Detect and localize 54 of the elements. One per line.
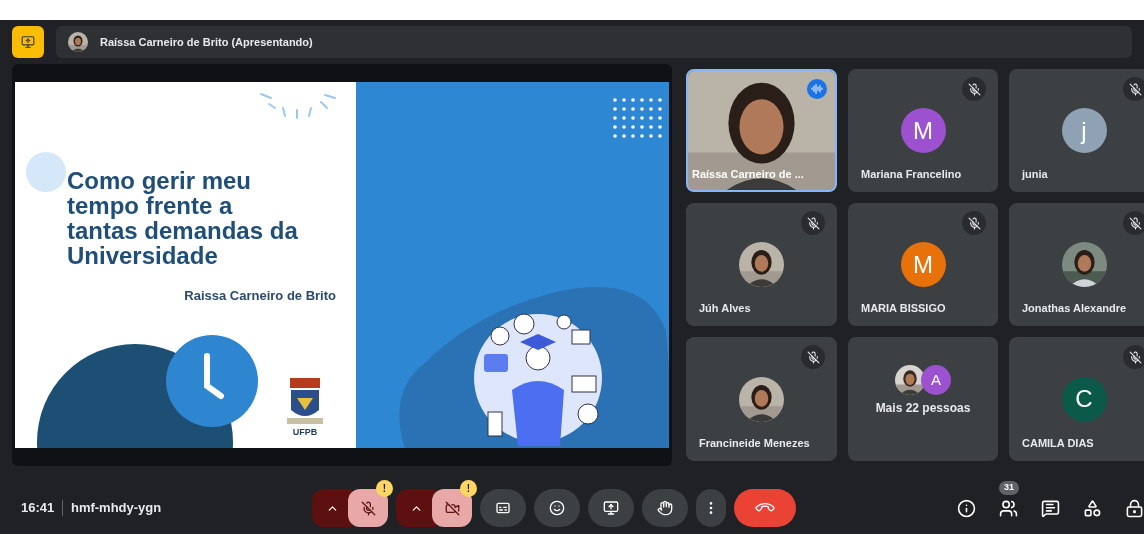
clock-icon	[165, 334, 259, 428]
toggle-off-button[interactable]	[432, 489, 472, 527]
participant-name: MARIA BISSIGO	[861, 300, 946, 316]
participant-name: CAMILA DIAS	[1022, 435, 1094, 451]
presenter-label: Raíssa Carneiro de Brito (Apresentando)	[100, 34, 313, 50]
participant-tile[interactable]: Francineide Menezes	[686, 337, 837, 461]
mic-off-icon	[360, 500, 376, 516]
participant-name: junia	[1022, 166, 1048, 182]
avatar-initial: M	[900, 108, 946, 153]
meeting-time: 16:41	[21, 499, 55, 518]
present-screen-button[interactable]	[588, 489, 634, 527]
camera-off-icon	[444, 500, 460, 516]
participant-tile[interactable]: j junia	[1009, 69, 1144, 192]
raised-hand-icon	[657, 500, 673, 516]
avatar-initial: C	[1061, 376, 1107, 422]
participant-name: Francineide Menezes	[699, 435, 810, 451]
options-button[interactable]	[312, 489, 352, 527]
participant-name: Mais 22 pessoas	[875, 400, 971, 417]
options-button[interactable]	[396, 489, 436, 527]
shapes-icon[interactable]	[1082, 498, 1102, 518]
participant-tile[interactable]: M MARIA BISSIGO	[848, 203, 998, 326]
count-badge: 31	[999, 481, 1019, 495]
warning-badge: !	[460, 480, 477, 497]
info-icon[interactable]	[956, 498, 976, 518]
avatar-initial: j	[1061, 108, 1107, 153]
avatar-initial: M	[900, 242, 946, 287]
participant-name: Raíssa Carneiro de ...	[692, 166, 804, 182]
present-screen-icon	[603, 500, 619, 516]
captions-icon	[495, 500, 511, 516]
participant-tile[interactable]: C CAMILA DIAS	[1009, 337, 1144, 461]
participant-tile[interactable]: Júh Alves	[686, 203, 837, 326]
dot-pattern-drawing	[611, 96, 665, 140]
avatar-initial: A	[921, 365, 951, 395]
participant-name: Mariana Francelino	[861, 166, 962, 182]
slide-author: Raissa Carneiro de Brito	[184, 287, 336, 305]
leave-call-button[interactable]	[734, 489, 796, 527]
toggle-off-button[interactable]	[348, 489, 388, 527]
captions-button[interactable]	[480, 489, 526, 527]
slide-title: Como gerir meu tempo frente a tantas demandas da Universidade	[67, 168, 299, 268]
smiley-button[interactable]	[534, 489, 580, 527]
warning-badge: !	[376, 480, 393, 497]
raised-hand-button[interactable]	[642, 489, 688, 527]
logo-label: UFPB	[292, 426, 318, 439]
participant-tile[interactable]: M Mariana Francelino	[848, 69, 998, 192]
participant-name: Jonathas Alexandre	[1022, 300, 1127, 316]
lock-icon[interactable]	[1124, 498, 1144, 518]
chat-icon[interactable]	[1040, 498, 1060, 518]
meeting-code: hmf-mhdy-ygn	[70, 499, 163, 518]
participant-tile[interactable]: A Mais 22 pessoas	[848, 337, 998, 461]
people-icon[interactable]	[998, 498, 1018, 518]
participant-tile[interactable]: Jonathas Alexandre	[1009, 203, 1144, 326]
participant-name: Júh Alves	[699, 300, 751, 316]
presentation-icon[interactable]	[12, 26, 44, 58]
smiley-icon	[549, 500, 565, 516]
